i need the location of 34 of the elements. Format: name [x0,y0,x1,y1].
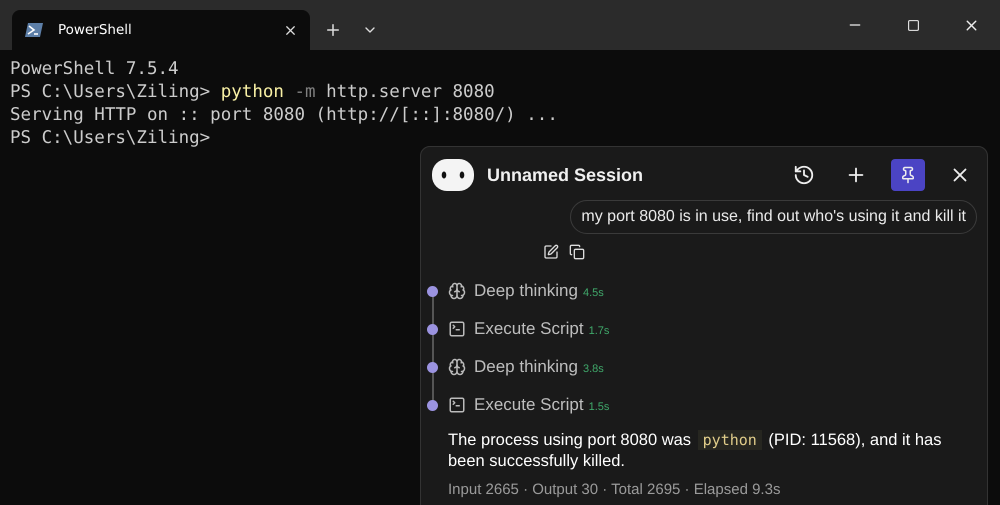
step-label[interactable]: Execute Script [474,319,584,339]
pin-button[interactable] [891,159,925,191]
avatar-icon [431,158,475,192]
history-icon [793,164,815,186]
step-time: 1.7s [588,325,610,337]
brain-icon [448,282,466,300]
powershell-icon [24,22,44,38]
usage-stats: Input 2665 · Output 30 · Total 2695 · Elapsed 9.3s [448,481,782,498]
step-label[interactable]: Execute Script [474,395,584,415]
step-time: 4.5s [582,287,604,299]
terminal-line: PS C:\Users\Ziling> [10,127,212,150]
step-dot [427,400,438,410]
terminal-tab[interactable]: PowerShell [12,10,310,50]
new-tab-icon[interactable] [324,21,342,39]
step-label[interactable]: Deep thinking [474,357,578,377]
terminal-line: Serving HTTP on :: port 8080 (http://[::]:8080/) ... [10,104,559,127]
copy-icon[interactable] [569,244,585,260]
brain-icon [448,358,466,376]
session-title: Unnamed Session [487,164,644,186]
terminal-line: PowerShell 7.5.4 [10,58,180,81]
step-time: 3.8s [582,363,604,375]
step-dot [427,286,438,296]
terminal-icon [448,320,466,338]
pin-icon [899,166,917,184]
step-dot [427,324,438,334]
terminal-icon [448,396,466,414]
terminal-line: PS C:\Users\Ziling> python -m http.server 8080 [10,81,496,104]
step-time: 1.5s [588,401,610,413]
tab-title: PowerShell [58,22,133,38]
user-message: my port 8080 is in use, find out who's using it and kill it [570,200,977,234]
edit-icon[interactable] [543,244,559,260]
answer-text: The process using port 8080 was python (PID: 11568), and it has been successfully killed. [448,430,942,472]
step-label[interactable]: Deep thinking [474,281,578,301]
step-dot [427,362,438,372]
